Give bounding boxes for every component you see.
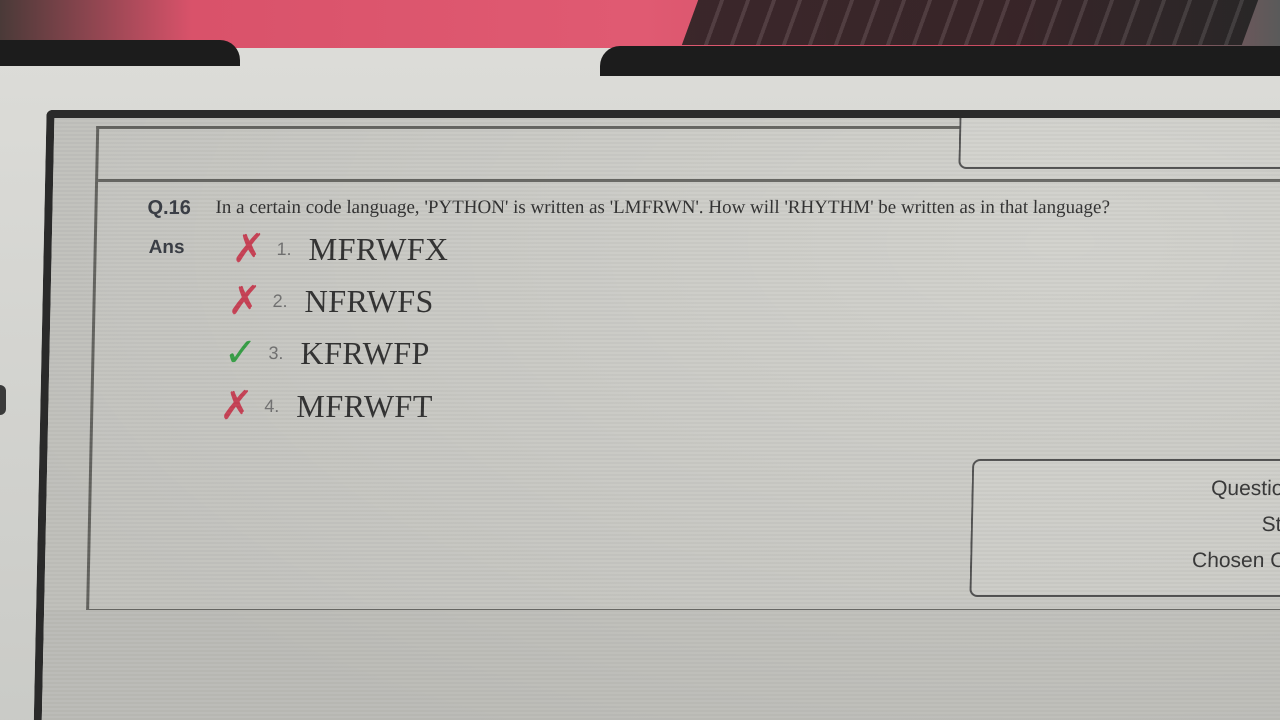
previous-info-box	[958, 110, 1280, 169]
divider	[98, 179, 1280, 182]
option-text: KFRWFP	[300, 334, 431, 371]
option-1: ✗ 1. MFRWFX	[226, 226, 449, 272]
chosen-option-label: Chosen Option	[1191, 549, 1280, 572]
option-number: 1.	[276, 238, 292, 259]
photo-scene: Q.16 In a certain code language, 'PYTHON…	[0, 0, 1280, 720]
option-4: ✗ 4. MFRWFT	[214, 383, 434, 429]
device-side-button	[0, 385, 6, 415]
option-number: 4.	[264, 395, 280, 416]
answer-label: Ans	[148, 237, 185, 258]
option-2: ✗ 2. NFRWFS	[222, 278, 435, 324]
device-top-edge-right	[600, 46, 1280, 76]
option-text: MFRWFT	[296, 387, 434, 424]
screen-bottom-area	[41, 610, 1280, 720]
cross-icon: ✗	[219, 383, 254, 429]
status-label: Status :	[1261, 513, 1280, 536]
background-keyboard	[681, 0, 1259, 45]
question-id-label: Question ID :	[1210, 477, 1280, 500]
option-number: 2.	[272, 290, 288, 311]
option-text: NFRWFS	[304, 282, 435, 319]
cross-icon: ✗	[231, 226, 266, 272]
question-panel: Q.16 In a certain code language, 'PYTHON…	[86, 110, 1280, 612]
check-icon: ✓	[223, 330, 258, 376]
option-number: 3.	[268, 342, 284, 363]
device-screen: Q.16 In a certain code language, 'PYTHON…	[33, 110, 1280, 720]
option-3: ✓ 3. KFRWFP	[218, 330, 431, 376]
question-text: In a certain code language, 'PYTHON' is …	[215, 197, 1111, 218]
device-top-edge-left	[0, 40, 240, 66]
question-info-box: Question ID : Status : Chosen Option	[969, 459, 1280, 597]
option-text: MFRWFX	[308, 230, 449, 267]
question-number: Q.16	[147, 197, 192, 219]
cross-icon: ✗	[227, 278, 262, 324]
